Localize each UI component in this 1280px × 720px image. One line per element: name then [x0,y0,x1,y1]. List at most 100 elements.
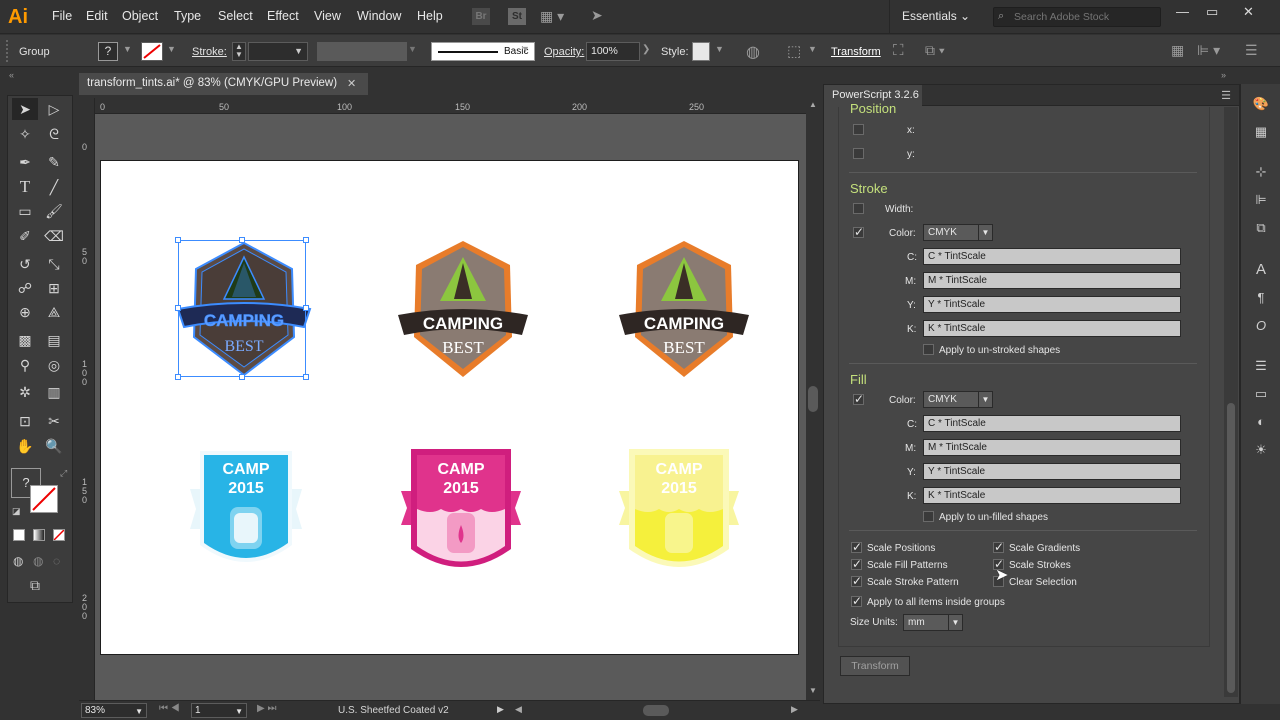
scroll-thumb[interactable] [808,386,818,412]
panel-scrollbar[interactable] [1224,107,1238,697]
workspace-switcher[interactable]: Essentials ⌄ [902,9,970,23]
stroke-m-field[interactable]: M * TintScale [923,272,1181,289]
mesh-tool-icon[interactable]: ▩ [12,329,38,351]
lasso-tool-icon[interactable]: ᘓ [41,123,67,145]
close-window-icon[interactable]: ✕ [1243,4,1254,20]
fill-color-mode-dropdown[interactable]: CMYK ▼ [923,391,993,408]
fill-swatch[interactable]: ? [98,42,118,61]
none-mode-icon[interactable] [53,529,65,541]
scale-stroke-pattern-checkbox[interactable]: ✓ [851,575,862,587]
camp-2015-badge-magenta[interactable]: CAMP 2015 [401,449,521,579]
stroke-swatch[interactable] [141,42,163,61]
default-colors-icon[interactable]: ◪ [12,506,21,517]
horizontal-ruler[interactable]: 0 50 100 150 200 250 [79,98,820,114]
chevron-down-icon[interactable]: ▼ [715,44,724,54]
resize-handle[interactable] [175,305,181,311]
resize-handle[interactable] [175,374,181,380]
pen-tool-icon[interactable]: ✒ [12,151,38,173]
draw-behind-icon[interactable]: ◍ [33,554,43,568]
menu-object[interactable]: Object [122,9,158,23]
menu-view[interactable]: View [314,9,341,23]
transform-panel-icon[interactable]: ⊹ [1251,162,1271,182]
zoom-field[interactable]: 83% ▼ [81,703,147,718]
menu-edit[interactable]: Edit [86,9,108,23]
expand-panels-icon[interactable]: » [1221,70,1226,80]
camping-badge-copy[interactable]: CAMPING BEST [619,239,749,379]
isolate-group-icon[interactable]: ⛶ [893,42,904,59]
first-artboard-icon[interactable]: ⏮ ◀ [159,703,180,714]
stroke-y-field[interactable]: Y * TintScale [923,296,1181,313]
magic-wand-tool-icon[interactable]: ✧ [12,123,38,145]
brush-definition[interactable]: Basic [431,42,535,61]
maximize-icon[interactable]: ▭ [1206,4,1218,20]
fill-color-checkbox[interactable]: ✓ [853,393,864,405]
make-envelope-icon[interactable]: ⧉ ▾ [925,42,945,59]
graphic-style-swatch[interactable] [692,42,710,61]
arrange-documents-icon[interactable]: ▦ ▾ [540,8,564,25]
align-panel-icon[interactable]: ⊫ [1251,190,1271,210]
stroke-panel-icon[interactable]: ☰ [1251,356,1271,376]
color-mode-icon[interactable] [13,529,25,541]
curvature-tool-icon[interactable]: ✎ [41,151,67,173]
opentype-panel-icon[interactable]: O [1251,316,1271,336]
resize-handle[interactable] [239,374,245,380]
scale-gradients-checkbox[interactable]: ✓ [993,541,1004,553]
screen-mode-icon[interactable]: ⧉ [30,577,40,594]
opacity-field[interactable]: 100% [586,42,640,61]
scale-fill-patterns-checkbox[interactable]: ✓ [851,558,862,570]
stroke-c-field[interactable]: C * TintScale [923,248,1181,265]
position-y-checkbox[interactable] [853,148,864,159]
menu-effect[interactable]: Effect [267,9,299,23]
shaper-tool-icon[interactable]: ✐ [12,225,38,247]
variable-width-profile[interactable] [317,42,407,61]
chevron-down-icon[interactable]: ▼ [167,44,176,54]
recolor-artwork-icon[interactable]: ◍ [746,42,760,62]
warp-tool-icon[interactable]: ☍ [12,277,38,299]
bridge-icon[interactable]: Br [472,8,490,25]
resize-handle[interactable] [303,374,309,380]
stroke-k-field[interactable]: K * TintScale [923,320,1181,337]
rotate-tool-icon[interactable]: ↺ [12,253,38,275]
direct-selection-tool-icon[interactable]: ▷ [41,98,67,120]
artboard-navigator[interactable]: 1 ▼ [191,703,247,718]
zoom-tool-icon[interactable]: 🔍 [41,435,67,457]
character-panel-icon[interactable]: A [1251,260,1271,280]
vertical-ruler[interactable]: 0 5 0 1 0 0 1 5 0 2 0 0 [79,98,95,700]
chevron-down-icon[interactable]: ▼ [808,44,817,54]
camping-badge-original[interactable]: CAMPING BEST [398,239,528,379]
align-to-icon[interactable]: ⬚ [787,42,801,60]
control-menu-icon[interactable]: ☰ [1245,42,1258,59]
column-graph-tool-icon[interactable]: ▥ [41,381,67,403]
selection-tool-icon[interactable]: ➤ [12,98,38,120]
search-input[interactable] [1014,9,1154,25]
apply-unstroked-checkbox[interactable] [923,344,934,355]
menu-help[interactable]: Help [417,9,443,23]
rectangle-tool-icon[interactable]: ▭ [12,200,38,222]
menu-select[interactable]: Select [218,9,253,23]
paintbrush-tool-icon[interactable]: 🖌 [41,200,67,222]
paragraph-panel-icon[interactable]: ¶ [1251,288,1271,308]
swap-fill-stroke-icon[interactable]: ⤢ [60,468,67,479]
size-units-dropdown[interactable]: mm ▼ [903,614,963,631]
gradient-mode-icon[interactable] [33,529,45,541]
eraser-tool-icon[interactable]: ⌫ [41,225,67,247]
fill-m-field[interactable]: M * TintScale [923,439,1181,456]
next-artboard-icon[interactable]: ▶ ⏭ [257,703,276,714]
artboard[interactable]: CAMPING BEST CAMPING BEST CAMPING BEST C… [100,160,799,655]
resize-handle[interactable] [303,305,309,311]
scroll-down-icon[interactable]: ▼ [809,686,817,695]
scroll-right-icon[interactable]: ▶ [791,704,798,715]
close-tab-icon[interactable]: ✕ [347,77,356,90]
stroke-label[interactable]: Stroke: [192,46,227,58]
perspective-grid-tool-icon[interactable]: ⟁ [41,301,67,323]
swatches-panel-icon[interactable]: ▦ [1251,122,1271,142]
menu-window[interactable]: Window [357,9,401,23]
camp-2015-badge-cyan[interactable]: CAMP 2015 [186,449,306,579]
stroke-color-mode-dropdown[interactable]: CMYK ▼ [923,224,993,241]
gradient-tool-icon[interactable]: ▤ [41,329,67,351]
chevron-right-icon[interactable]: ❯ [642,44,650,55]
fill-k-field[interactable]: K * TintScale [923,487,1181,504]
scale-positions-checkbox[interactable]: ✓ [851,541,862,553]
panel-scroll-thumb[interactable] [1227,403,1235,693]
arrange-icon[interactable]: ⊫ ▾ [1197,42,1220,59]
